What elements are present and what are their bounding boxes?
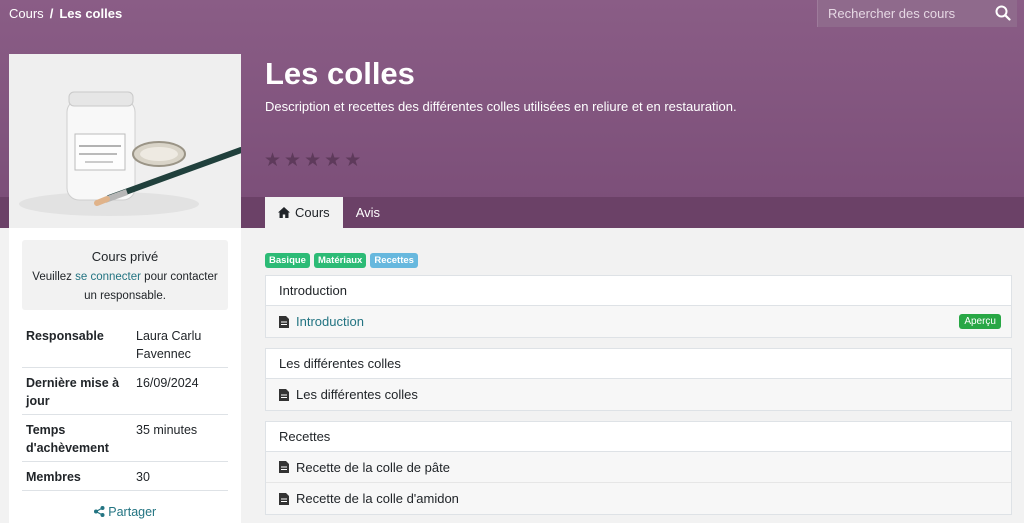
info-row: Membres 30 xyxy=(22,461,228,491)
tab-avis[interactable]: Avis xyxy=(343,197,393,228)
section-differentes-colles: Les différentes colles Les différentes c… xyxy=(265,348,1012,411)
course-info-table: Responsable Laura Carlu Favennec Dernière… xyxy=(22,321,228,491)
tab-cours[interactable]: Cours xyxy=(265,197,343,228)
course-description: Description et recettes des différentes … xyxy=(265,99,737,114)
list-item[interactable]: Recette de la colle d'amidon xyxy=(266,483,1011,514)
info-value: 16/09/2024 xyxy=(132,367,228,415)
info-row: Temps d'achèvement 35 minutes xyxy=(22,414,228,462)
private-course-notice: Cours privé Veuillez se connecter pour c… xyxy=(22,240,228,310)
star-icon: ★ xyxy=(304,150,322,171)
info-key: Temps d'achèvement xyxy=(22,414,132,462)
info-value: 30 xyxy=(132,461,228,491)
breadcrumb-root[interactable]: Cours xyxy=(9,6,44,21)
course-sidebar: Cours privé Veuillez se connecter pour c… xyxy=(9,228,241,523)
share-icon xyxy=(93,506,105,517)
lesson-label: Les différentes colles xyxy=(296,387,418,402)
section-title: Les différentes colles xyxy=(266,349,1011,379)
star-icon: ★ xyxy=(284,150,302,171)
course-title: Les colles xyxy=(265,56,415,91)
tag-recettes[interactable]: Recettes xyxy=(370,253,418,268)
info-row: Dernière mise à jour 16/09/2024 xyxy=(22,367,228,415)
list-item[interactable]: Recette de la colle de pâte xyxy=(266,452,1011,483)
private-text-before: Veuillez xyxy=(32,271,76,283)
home-icon xyxy=(278,207,290,218)
section-recettes: Recettes Recette de la colle de pâte Rec… xyxy=(265,421,1012,515)
info-value: 35 minutes xyxy=(132,414,228,462)
share-label: Partager xyxy=(108,505,157,519)
lesson-label: Recette de la colle de pâte xyxy=(296,459,450,475)
course-cover-image xyxy=(9,54,241,228)
star-icon: ★ xyxy=(324,150,342,171)
private-title: Cours privé xyxy=(91,249,159,264)
lesson-label: Recette de la colle d'amidon xyxy=(296,491,459,506)
share-button[interactable]: Partager xyxy=(9,505,241,519)
section-introduction: Introduction Introduction Aperçu xyxy=(265,275,1012,338)
login-link[interactable]: se connecter xyxy=(75,271,141,283)
glue-jar-brush-illustration xyxy=(9,54,241,228)
top-bar: Cours / Les colles xyxy=(0,0,1024,27)
tab-cours-label: Cours xyxy=(295,205,330,220)
list-item[interactable]: Les différentes colles xyxy=(266,379,1011,410)
course-content: Introduction Introduction Aperçu Les dif… xyxy=(265,275,1012,523)
search-icon[interactable] xyxy=(995,5,1011,21)
info-key: Dernière mise à jour xyxy=(22,367,132,415)
info-value: Laura Carlu Favennec xyxy=(132,321,228,368)
section-title: Introduction xyxy=(266,276,1011,306)
rating-stars: ★ ★ ★ ★ ★ xyxy=(264,151,361,170)
course-tabs: Cours Avis xyxy=(265,197,393,228)
search-box xyxy=(817,0,1017,27)
document-icon xyxy=(279,461,289,473)
tab-avis-label: Avis xyxy=(355,205,381,220)
info-key: Membres xyxy=(22,461,132,491)
document-icon xyxy=(279,388,289,401)
info-key: Responsable xyxy=(22,321,132,368)
document-icon xyxy=(279,315,289,328)
breadcrumb-separator: / xyxy=(49,6,54,21)
course-tags: Basique Matériaux Recettes xyxy=(265,253,418,268)
list-item[interactable]: Introduction Aperçu xyxy=(266,306,1011,337)
document-icon xyxy=(279,492,289,505)
info-row: Responsable Laura Carlu Favennec xyxy=(22,321,228,368)
star-icon: ★ xyxy=(264,150,282,171)
star-icon: ★ xyxy=(344,150,362,171)
breadcrumb: Cours / Les colles xyxy=(9,6,122,21)
tag-basique[interactable]: Basique xyxy=(265,253,310,268)
section-title: Recettes xyxy=(266,422,1011,452)
breadcrumb-current: Les colles xyxy=(59,6,123,21)
lesson-link[interactable]: Introduction xyxy=(296,314,959,329)
tag-materiaux[interactable]: Matériaux xyxy=(313,253,367,268)
preview-badge: Aperçu xyxy=(959,314,1001,329)
search-input[interactable] xyxy=(818,0,988,27)
private-text: Veuillez se connecter pour contacter un … xyxy=(22,268,228,306)
